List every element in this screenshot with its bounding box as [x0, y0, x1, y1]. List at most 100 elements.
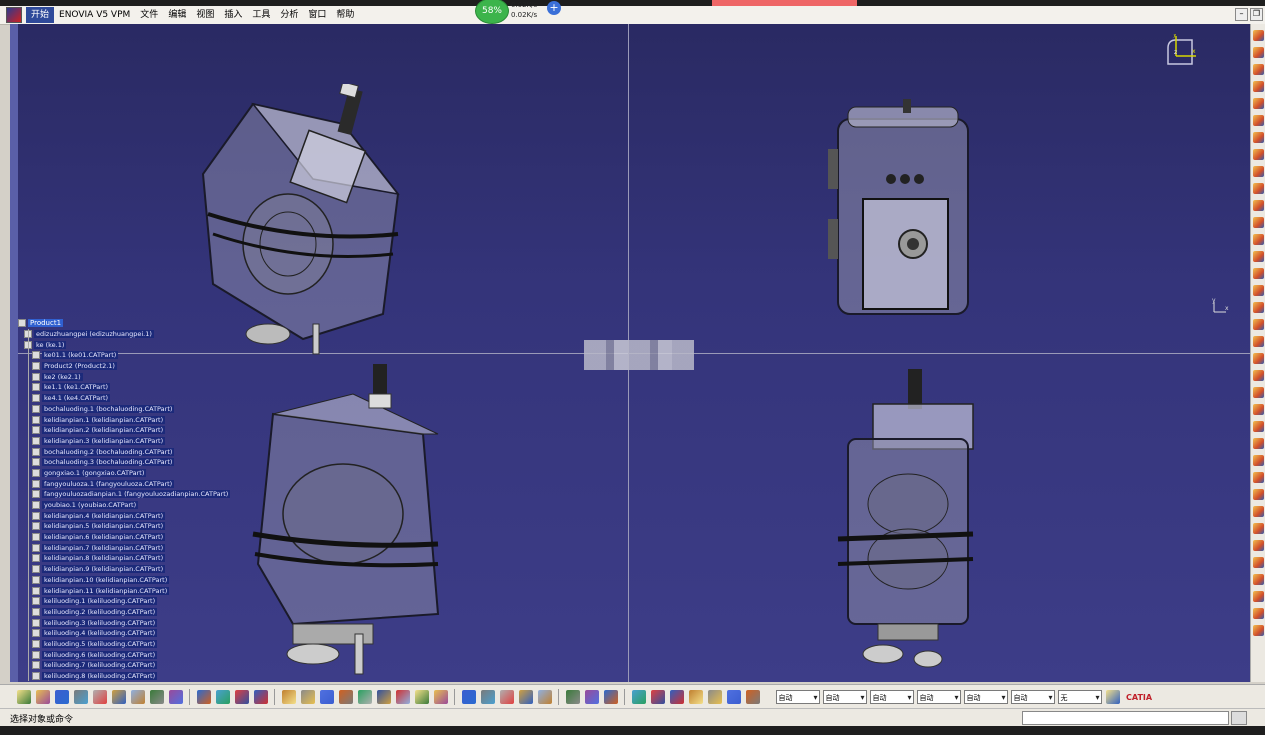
- command-button[interactable]: [1231, 711, 1247, 725]
- tree-item[interactable]: Product2 (Product2.1): [18, 360, 208, 372]
- measure-icon[interactable]: [319, 690, 334, 704]
- menu-insert[interactable]: 插入: [219, 7, 247, 23]
- workbench-tool-icon[interactable]: [1253, 489, 1264, 500]
- tree-item[interactable]: kelidianpian.2 (kelidianpian.CATPart): [18, 424, 208, 436]
- tree-item[interactable]: fangyouluozadianpian.1 (fangyouluozadian…: [18, 489, 231, 500]
- tree-item[interactable]: keliluoding.4 (keliluoding.CATPart): [18, 627, 208, 639]
- cut-icon[interactable]: [92, 690, 107, 704]
- workbench-tool-icon[interactable]: [1253, 98, 1264, 109]
- fit-all-icon[interactable]: [338, 690, 353, 704]
- formula-icon[interactable]: [215, 690, 230, 704]
- tree-item[interactable]: kelidianpian.4 (kelidianpian.CATPart): [18, 510, 208, 522]
- workbench-tool-icon[interactable]: [1253, 455, 1264, 466]
- workbench-tool-icon[interactable]: [1253, 557, 1264, 568]
- minimize-icon[interactable]: –: [1235, 8, 1248, 21]
- menu-start[interactable]: 开始: [26, 7, 55, 23]
- tree-item[interactable]: keliluoding.3 (keliluoding.CATPart): [18, 617, 208, 628]
- property-combo[interactable]: 自动: [822, 690, 867, 705]
- graph-icon[interactable]: [300, 690, 315, 704]
- menu-enovia[interactable]: ENOVIA V5 VPM: [54, 7, 135, 23]
- tree-icon[interactable]: [281, 690, 296, 704]
- shading-icon[interactable]: [499, 690, 514, 704]
- tree-item[interactable]: ke4.1 (ke4.CATPart): [18, 392, 208, 404]
- workbench-tool-icon[interactable]: [1253, 591, 1264, 602]
- property-combo[interactable]: 无: [1057, 690, 1102, 705]
- workbench-tool-icon[interactable]: [1253, 438, 1264, 449]
- material-icon[interactable]: [688, 690, 703, 704]
- open-file-icon[interactable]: [35, 690, 50, 704]
- network-speed-widget[interactable]: 58% 0.02K/s 0.02K/s +: [475, 0, 565, 24]
- property-combo[interactable]: 自动: [916, 690, 961, 705]
- workbench-tool-icon[interactable]: [1253, 81, 1264, 92]
- tree-item[interactable]: youbiao.1 (youbiao.CATPart): [18, 499, 208, 511]
- new-file-icon[interactable]: [16, 690, 31, 704]
- workbench-tool-icon[interactable]: [1253, 268, 1264, 279]
- tree-item[interactable]: edizuzhuangpei (edizuzhuangpei.1): [18, 328, 208, 340]
- tree-item[interactable]: kelidianpian.11 (kelidianpian.CATPart): [18, 585, 208, 596]
- save-icon[interactable]: [54, 690, 69, 704]
- workbench-tool-icon[interactable]: [1253, 574, 1264, 585]
- measure-between-icon[interactable]: [603, 690, 618, 704]
- menu-help[interactable]: 帮助: [331, 7, 359, 23]
- workbench-tool-icon[interactable]: [1253, 200, 1264, 211]
- command-input[interactable]: [1022, 711, 1229, 725]
- workbench-tool-icon[interactable]: [1253, 285, 1264, 296]
- tree-item[interactable]: bochaluoding.3 (bochaluoding.CATPart): [18, 456, 208, 468]
- pan-icon[interactable]: [357, 690, 372, 704]
- tree-item[interactable]: kelidianpian.5 (kelidianpian.CATPart): [18, 521, 208, 532]
- menu-file[interactable]: 文件: [135, 7, 163, 23]
- paste-icon[interactable]: [130, 690, 145, 704]
- property-combo[interactable]: 自动: [1010, 690, 1055, 705]
- zoom-in-icon[interactable]: [395, 690, 410, 704]
- gearbox-view-top-right[interactable]: [823, 99, 983, 319]
- workbench-tool-icon[interactable]: [1253, 336, 1264, 347]
- tree-item[interactable]: fangyouluoza.1 (fangyouluoza.CATPart): [18, 478, 208, 489]
- tree-item[interactable]: bochaluoding.1 (bochaluoding.CATPart): [18, 403, 208, 415]
- undo-icon[interactable]: [149, 690, 164, 704]
- tree-item[interactable]: kelidianpian.6 (kelidianpian.CATPart): [18, 531, 208, 543]
- painter-icon[interactable]: [1105, 690, 1120, 704]
- workbench-tool-icon[interactable]: [1253, 64, 1264, 75]
- help-icon[interactable]: [196, 690, 211, 704]
- workbench-tool-icon[interactable]: [1253, 353, 1264, 364]
- tree-item[interactable]: keliluoding.7 (keliluoding.CATPart): [18, 660, 208, 671]
- clash-icon[interactable]: [650, 690, 665, 704]
- tree-item[interactable]: kelidianpian.3 (kelidianpian.CATPart): [18, 435, 208, 447]
- inertia-icon[interactable]: [631, 690, 646, 704]
- compass-icon[interactable]: z y x: [1162, 34, 1198, 70]
- workbench-tool-icon[interactable]: [1253, 608, 1264, 619]
- workbench-tool-icon[interactable]: [1253, 166, 1264, 177]
- workbench-tool-icon[interactable]: [1253, 149, 1264, 160]
- workbench-tool-icon[interactable]: [1253, 387, 1264, 398]
- property-combo[interactable]: 自动: [775, 690, 820, 705]
- tree-item[interactable]: bochaluoding.2 (bochaluoding.CATPart): [18, 446, 208, 457]
- filter-icon[interactable]: [584, 690, 599, 704]
- render-icon[interactable]: [707, 690, 722, 704]
- tree-item[interactable]: kelidianpian.9 (kelidianpian.CATPart): [18, 563, 208, 575]
- tree-item[interactable]: ke2 (ke2.1): [18, 371, 208, 383]
- scene-icon[interactable]: [745, 690, 760, 704]
- menu-window[interactable]: 窗口: [303, 7, 331, 23]
- workbench-tool-icon[interactable]: [1253, 47, 1264, 58]
- copy-icon[interactable]: [111, 690, 126, 704]
- workbench-tool-icon[interactable]: [1253, 183, 1264, 194]
- catia-app-icon[interactable]: [6, 7, 22, 23]
- tree-item[interactable]: kelidianpian.7 (kelidianpian.CATPart): [18, 542, 208, 554]
- workbench-tool-icon[interactable]: [1253, 217, 1264, 228]
- hide-icon[interactable]: [518, 690, 533, 704]
- tree-scroll-gutter[interactable]: [10, 24, 18, 682]
- workbench-tool-icon[interactable]: [1253, 302, 1264, 313]
- menu-analysis[interactable]: 分析: [275, 7, 303, 23]
- plus-icon[interactable]: +: [547, 1, 561, 15]
- workbench-tool-icon[interactable]: [1253, 625, 1264, 636]
- workbench-tool-icon[interactable]: [1253, 421, 1264, 432]
- tree-item[interactable]: kelidianpian.1 (kelidianpian.CATPart): [18, 414, 208, 425]
- tree-item[interactable]: kelidianpian.10 (kelidianpian.CATPart): [18, 574, 208, 586]
- tree-item[interactable]: kelidianpian.8 (kelidianpian.CATPart): [18, 553, 208, 564]
- gearbox-view-top-left[interactable]: [193, 84, 433, 359]
- tree-item[interactable]: ke (ke.1): [18, 339, 208, 351]
- workbench-tool-icon[interactable]: [1253, 30, 1264, 41]
- tree-item[interactable]: keliluoding.1 (keliluoding.CATPart): [18, 595, 208, 607]
- zoom-out-icon[interactable]: [414, 690, 429, 704]
- restore-icon[interactable]: ❐: [1250, 8, 1263, 21]
